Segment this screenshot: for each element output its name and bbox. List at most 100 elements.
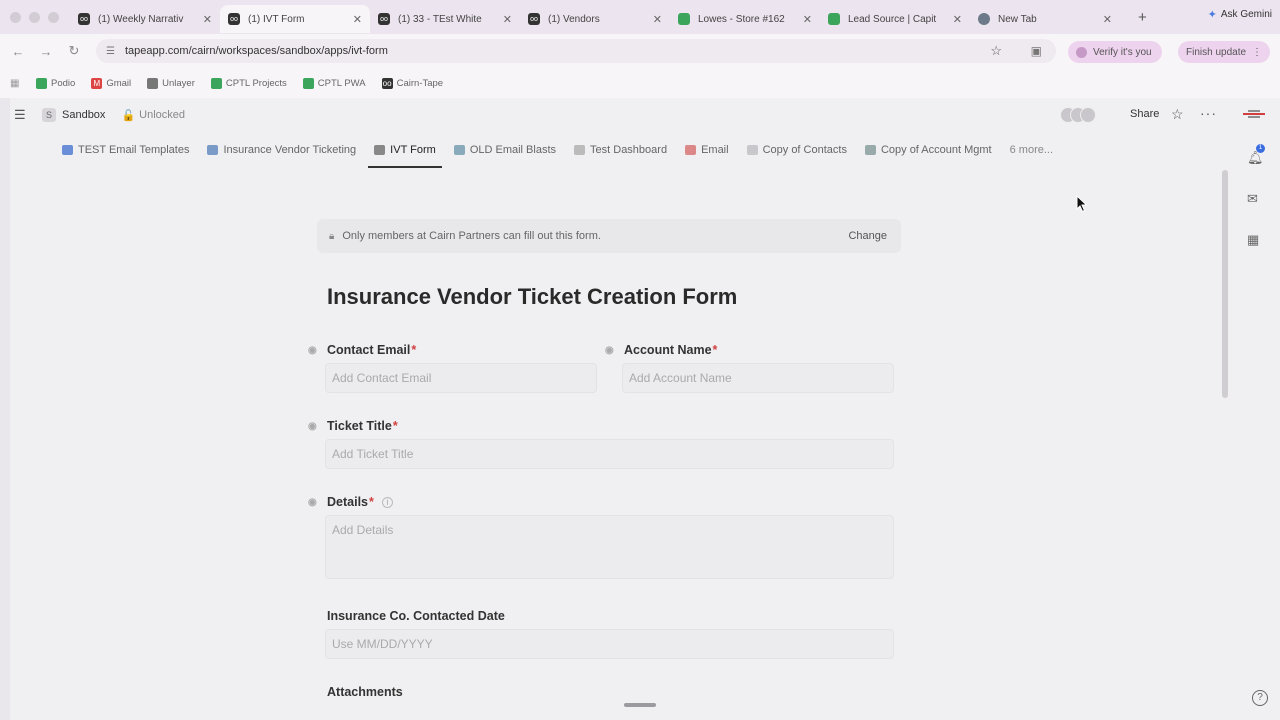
browser-tab[interactable]: oo (1) Vendors ✕ — [520, 5, 670, 33]
close-tab-icon[interactable]: ✕ — [953, 13, 962, 26]
close-tab-icon[interactable]: ✕ — [803, 13, 812, 26]
bookmark-item[interactable]: oo Cairn-Tape — [381, 77, 444, 89]
profile-avatar — [1076, 46, 1087, 58]
visibility-eye-icon[interactable]: ◉ — [308, 421, 317, 432]
form-title: Insurance Vendor Ticket Creation Form — [327, 284, 738, 309]
close-tab-icon[interactable]: ✕ — [1103, 13, 1112, 26]
site-info-icon[interactable]: ☰ — [106, 46, 115, 57]
ticket-title-input[interactable] — [325, 439, 894, 469]
tab-copy-of-contacts[interactable]: Copy of Contacts — [746, 132, 847, 168]
close-tab-icon[interactable]: ✕ — [353, 13, 362, 26]
notice-text: Only members at Cairn Partners can fill … — [342, 230, 601, 242]
field-label-text: Attachments — [327, 685, 403, 699]
bookmark-label: Cairn-Tape — [396, 77, 444, 89]
tape-icon: oo — [381, 77, 393, 89]
tab-copy-of-account-mgmt[interactable]: Copy of Account Mgmt — [864, 132, 992, 168]
chrome-icon — [978, 13, 990, 25]
dashboard-icon — [574, 145, 586, 155]
app-icon — [207, 145, 219, 155]
browser-tab[interactable]: Lead Source | Capit ✕ — [820, 5, 970, 33]
back-arrow-icon[interactable]: ← — [4, 44, 32, 59]
details-label: ◉ Details * i — [308, 495, 393, 509]
kebab-menu-icon[interactable]: ⋮ — [1252, 47, 1262, 58]
new-tab-button[interactable]: + — [1138, 9, 1147, 26]
ask-gemini-button[interactable]: ✦ Ask Gemini — [1208, 8, 1272, 21]
visibility-eye-icon[interactable]: ◉ — [308, 345, 317, 356]
verify-identity-button[interactable]: Verify it's you — [1068, 41, 1162, 63]
tape-icon: oo — [78, 13, 90, 25]
browser-tab-title: New Tab — [998, 13, 1037, 25]
tape-logo-icon — [1243, 110, 1265, 118]
browser-tab-title: (1) IVT Form — [248, 13, 305, 25]
finish-update-label: Finish update — [1186, 46, 1247, 58]
scrollbar[interactable] — [1220, 170, 1230, 710]
tape-icon: oo — [528, 13, 540, 25]
field-label-text: Ticket Title — [327, 419, 392, 433]
reload-icon[interactable]: ↻ — [60, 43, 88, 59]
browser-tab-title: (1) Weekly Narrativ — [98, 13, 184, 25]
browser-tab[interactable]: Lowes - Store #162 ✕ — [670, 5, 820, 33]
close-tab-icon[interactable]: ✕ — [503, 13, 512, 26]
tab-email[interactable]: Email — [685, 132, 729, 168]
bookmark-item[interactable]: CPTL PWA — [302, 77, 366, 89]
browser-tab-strip: oo (1) Weekly Narrativ ✕ oo (1) IVT Form… — [0, 0, 1280, 34]
browser-tab-active[interactable]: oo (1) IVT Form ✕ — [220, 5, 370, 33]
drag-handle[interactable] — [624, 703, 656, 707]
forward-arrow-icon[interactable]: → — [32, 44, 60, 59]
bookmark-item[interactable]: CPTL Projects — [210, 77, 287, 89]
bookmark-item[interactable]: Unlayer — [147, 77, 195, 89]
tab-insurance-vendor-ticketing[interactable]: Insurance Vendor Ticketing — [207, 132, 356, 168]
visibility-eye-icon[interactable]: ◉ — [308, 497, 317, 508]
details-textarea[interactable] — [325, 515, 894, 579]
calendar-icon[interactable]: ▦ — [1247, 232, 1259, 248]
workspace-badge: S — [42, 108, 56, 122]
tape-app: ☰ S Sandbox 🔓 Unlocked Share ☆ ··· TEST … — [10, 98, 1280, 720]
maximize-window-button[interactable] — [48, 11, 59, 23]
browser-tab[interactable]: oo (1) Weekly Narrativ ✕ — [70, 5, 220, 33]
more-tabs-link[interactable]: 6 more... — [1010, 144, 1053, 156]
tab-ivt-form[interactable]: IVT Form — [368, 132, 442, 168]
app-icon — [62, 145, 73, 155]
minimize-window-button[interactable] — [29, 11, 40, 23]
visibility-eye-icon[interactable]: ◉ — [605, 345, 614, 356]
finish-update-button[interactable]: Finish update ⋮ — [1178, 41, 1271, 63]
lock-icon: 🔒︎ — [329, 230, 335, 242]
app-tabs: TEST Email Templates Insurance Vendor Ti… — [10, 132, 1220, 168]
side-panel-icon[interactable]: ▣ — [1031, 44, 1042, 58]
apps-grid-icon[interactable]: ▦ — [10, 78, 24, 89]
podio-icon — [36, 77, 47, 89]
lock-state[interactable]: 🔓 Unlocked — [121, 109, 185, 122]
menu-icon[interactable]: ☰ — [14, 107, 32, 123]
help-icon[interactable]: ? — [1252, 690, 1268, 706]
tab-test-email-templates[interactable]: TEST Email Templates — [62, 132, 189, 168]
bookmark-star-icon[interactable]: ☆ — [990, 43, 1002, 59]
bookmark-label: CPTL Projects — [225, 77, 287, 89]
close-window-button[interactable] — [10, 11, 21, 23]
contact-email-input[interactable] — [325, 363, 597, 393]
share-button[interactable]: Share — [1130, 108, 1159, 120]
favorite-star-icon[interactable]: ☆ — [1171, 106, 1184, 123]
bookmark-label: Unlayer — [162, 77, 195, 89]
account-name-input[interactable] — [622, 363, 894, 393]
close-tab-icon[interactable]: ✕ — [653, 13, 662, 26]
info-icon[interactable]: i — [381, 496, 393, 508]
bookmark-item[interactable]: Podio — [36, 77, 75, 89]
tab-old-email-blasts[interactable]: OLD Email Blasts — [453, 132, 556, 168]
gmail-icon: M — [91, 77, 103, 89]
scrollbar-thumb[interactable] — [1222, 170, 1228, 398]
contacted-date-input[interactable] — [325, 629, 894, 659]
change-access-button[interactable]: Change — [848, 230, 887, 242]
more-options-icon[interactable]: ··· — [1200, 105, 1217, 121]
tab-test-dashboard[interactable]: Test Dashboard — [574, 132, 667, 168]
member-avatars[interactable] — [1060, 107, 1096, 123]
form-icon — [374, 145, 386, 155]
browser-tab[interactable]: New Tab ✕ — [970, 5, 1120, 33]
workspace-name[interactable]: Sandbox — [62, 109, 105, 121]
mail-icon[interactable]: ✉ — [1247, 191, 1258, 207]
browser-tab[interactable]: oo (1) 33 - TEst White ✕ — [370, 5, 520, 33]
bookmark-item[interactable]: M Gmail — [91, 77, 131, 89]
sheets-icon — [302, 77, 314, 89]
address-bar[interactable]: ☰ tapeapp.com/cairn/workspaces/sandbox/a… — [96, 39, 1056, 63]
close-tab-icon[interactable]: ✕ — [203, 13, 212, 26]
unlock-icon: 🔓 — [121, 109, 136, 122]
